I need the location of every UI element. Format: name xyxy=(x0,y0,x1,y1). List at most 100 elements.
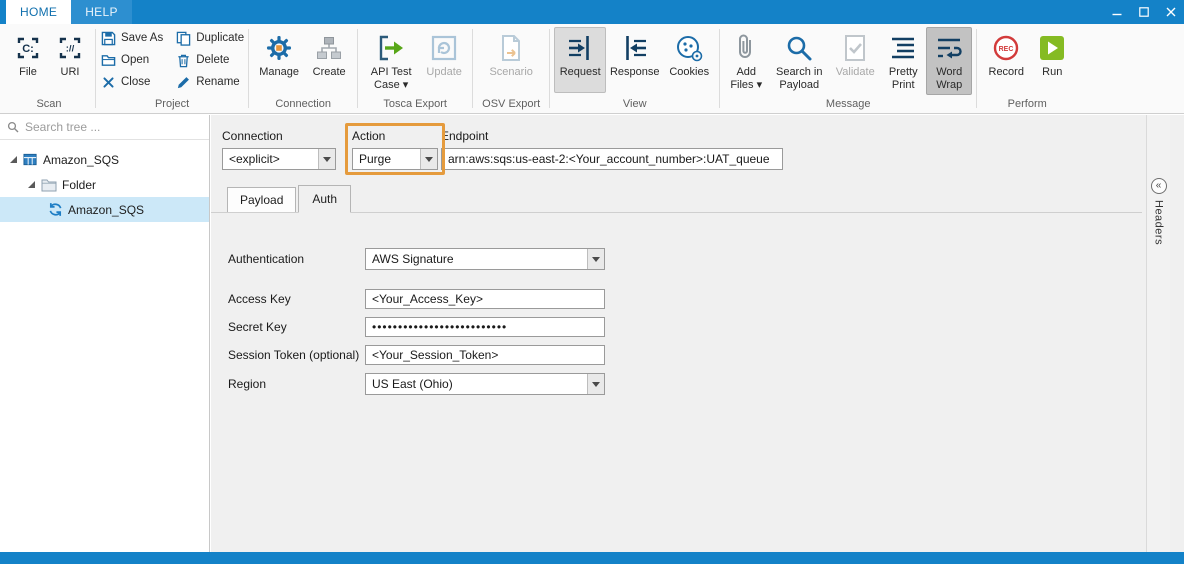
cookies-button[interactable]: Cookies xyxy=(663,27,715,93)
tree-node-folder[interactable]: Folder xyxy=(0,172,209,197)
request-button[interactable]: Request xyxy=(554,27,606,93)
chevron-down-icon[interactable] xyxy=(318,149,335,169)
update-label: Update xyxy=(426,66,461,79)
word-wrap-label: Word Wrap xyxy=(929,66,969,92)
run-button[interactable]: Run xyxy=(1031,27,1073,93)
session-token-label: Session Token (optional) xyxy=(228,348,359,362)
manage-label: Manage xyxy=(259,66,299,79)
ribbon-group-message: Add Files ▾ Search in Payload Validate xyxy=(721,24,975,113)
region-dropdown[interactable]: US East (Ohio) xyxy=(365,373,605,395)
uri-icon: :// xyxy=(56,31,84,65)
tab-help[interactable]: HELP xyxy=(71,0,132,24)
headers-side-tab[interactable]: « Headers xyxy=(1147,178,1170,245)
paperclip-icon xyxy=(731,31,761,65)
scenario-button[interactable]: Scenario xyxy=(483,27,539,93)
tab-payload[interactable]: Payload xyxy=(227,187,296,212)
ribbon-group-tosca-export: API Test Case ▾ Update Tosca Export xyxy=(359,24,471,113)
svg-text:REC: REC xyxy=(999,46,1014,53)
ribbon-group-view: Request Response Cookies View xyxy=(551,24,718,113)
svg-text:C:: C: xyxy=(22,43,34,55)
authentication-dropdown[interactable]: AWS Signature xyxy=(365,248,605,270)
update-button[interactable]: Update xyxy=(420,27,468,93)
session-token-input[interactable] xyxy=(365,345,605,365)
ribbon-group-scan: C: File :// URI Scan xyxy=(4,24,94,113)
tree-node-label: Amazon_SQS xyxy=(43,153,119,167)
run-label: Run xyxy=(1042,66,1062,79)
maximize-button[interactable] xyxy=(1130,0,1157,24)
folder-open-icon xyxy=(100,53,116,68)
add-files-button[interactable]: Add Files ▾ xyxy=(724,27,768,95)
chevron-down-icon[interactable] xyxy=(587,249,604,269)
ribbon-separator xyxy=(248,29,249,108)
tree-search-input[interactable] xyxy=(25,120,202,134)
open-button[interactable]: Open xyxy=(100,52,163,68)
rename-button[interactable]: Rename xyxy=(175,74,244,90)
expander-icon[interactable] xyxy=(26,180,36,189)
delete-button[interactable]: Delete xyxy=(175,52,244,68)
file-icon: C: xyxy=(14,31,42,65)
update-sync-icon xyxy=(429,31,459,65)
ribbon-group-label-project: Project xyxy=(97,98,247,113)
connection-label: Connection xyxy=(222,129,283,143)
headers-side-tab-label: Headers xyxy=(1153,200,1165,245)
magnifier-icon xyxy=(784,31,814,65)
message-refresh-icon xyxy=(48,202,63,217)
tree-panel: Amazon_SQS Folder Amazon_SQS xyxy=(0,115,210,552)
connection-dropdown[interactable]: <explicit> xyxy=(222,148,336,170)
trash-icon xyxy=(175,53,191,68)
close-project-button[interactable]: Close xyxy=(100,74,163,90)
search-in-payload-button[interactable]: Search in Payload xyxy=(768,27,830,95)
validate-check-icon xyxy=(840,31,870,65)
access-key-input[interactable] xyxy=(365,289,605,309)
app-window: HOME HELP C: File xyxy=(0,0,1184,564)
save-as-button[interactable]: Save As xyxy=(100,30,163,46)
gear-icon xyxy=(264,31,294,65)
ribbon-group-label-tosca-export: Tosca Export xyxy=(359,98,471,113)
expander-icon[interactable] xyxy=(8,155,18,164)
chevron-down-icon[interactable] xyxy=(587,374,604,394)
tree-node-label: Folder xyxy=(62,178,96,192)
response-button[interactable]: Response xyxy=(606,27,663,93)
collapse-glyph: « xyxy=(1156,181,1162,191)
uri-button[interactable]: :// URI xyxy=(49,27,91,93)
action-dropdown[interactable]: Purge xyxy=(352,148,438,170)
minimize-button[interactable] xyxy=(1103,0,1130,24)
file-button-label: File xyxy=(19,66,37,79)
title-bar: HOME HELP xyxy=(0,0,1184,24)
save-icon xyxy=(100,31,116,46)
secret-key-input[interactable] xyxy=(365,317,605,337)
tab-auth[interactable]: Auth xyxy=(298,185,351,213)
create-label: Create xyxy=(313,66,346,79)
endpoint-label: Endpoint xyxy=(441,129,488,143)
duplicate-label: Duplicate xyxy=(196,32,244,44)
create-connection-button[interactable]: Create xyxy=(305,27,353,93)
manage-connection-button[interactable]: Manage xyxy=(253,27,305,93)
tree: Amazon_SQS Folder Amazon_SQS xyxy=(0,140,209,222)
pretty-print-button[interactable]: Pretty Print xyxy=(880,27,926,95)
chevron-down-icon[interactable] xyxy=(420,149,437,169)
file-button[interactable]: C: File xyxy=(7,27,49,93)
export-arrow-icon xyxy=(376,31,406,65)
add-files-label: Add Files ▾ xyxy=(727,66,765,92)
ribbon-group-label-scan: Scan xyxy=(4,98,94,113)
pretty-print-lines-icon xyxy=(888,31,918,65)
scenario-label: Scenario xyxy=(489,66,532,79)
close-button[interactable] xyxy=(1157,0,1184,24)
validate-button[interactable]: Validate xyxy=(830,27,880,93)
record-label: Record xyxy=(989,66,1024,79)
api-test-case-button[interactable]: API Test Case ▾ xyxy=(362,27,420,95)
tab-home[interactable]: HOME xyxy=(6,0,71,24)
word-wrap-button[interactable]: Word Wrap xyxy=(926,27,972,95)
word-wrap-icon xyxy=(934,31,964,65)
tree-node-amazon-sqs-root[interactable]: Amazon_SQS xyxy=(0,147,209,172)
record-icon: REC xyxy=(991,31,1021,65)
record-button[interactable]: REC Record xyxy=(981,27,1031,93)
region-label: Region xyxy=(228,377,266,391)
tree-node-amazon-sqs-message[interactable]: Amazon_SQS xyxy=(0,197,209,222)
save-as-label: Save As xyxy=(121,32,163,44)
response-label: Response xyxy=(610,66,660,79)
collapse-chevrons-icon[interactable]: « xyxy=(1151,178,1167,194)
endpoint-input[interactable] xyxy=(441,148,783,170)
duplicate-button[interactable]: Duplicate xyxy=(175,30,244,46)
tree-node-label: Amazon_SQS xyxy=(68,203,144,217)
